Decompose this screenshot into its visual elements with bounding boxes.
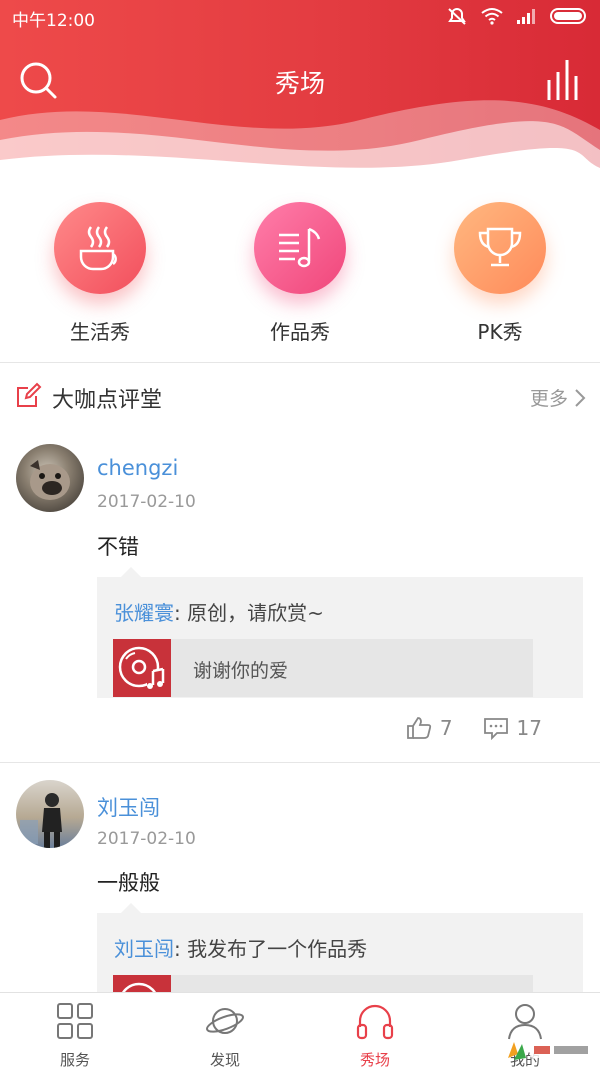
nav-label: 服务 bbox=[59, 1051, 90, 1067]
quoted-text: : 我发布了一个作品秀 bbox=[174, 937, 368, 961]
thumbs-up-icon bbox=[406, 717, 431, 739]
work-cover bbox=[113, 975, 171, 992]
comment-username[interactable]: 刘玉闯 bbox=[97, 792, 160, 822]
chevron-right-icon bbox=[575, 388, 586, 407]
nav-tab-showcase[interactable]: 秀场 bbox=[325, 1001, 425, 1067]
avatar[interactable] bbox=[16, 444, 84, 512]
category-label: PK秀 bbox=[477, 320, 523, 344]
headphones-icon bbox=[356, 1004, 394, 1040]
user-icon bbox=[508, 1004, 542, 1040]
grid-icon bbox=[57, 1003, 93, 1039]
work-card[interactable] bbox=[113, 975, 533, 992]
edit-icon bbox=[17, 382, 42, 407]
music-disc-icon bbox=[118, 646, 165, 689]
planet-icon bbox=[206, 1008, 244, 1034]
category-work-show[interactable]: 作品秀 bbox=[230, 202, 370, 345]
avatar-person-image bbox=[20, 793, 62, 848]
quoted-line: 张耀寰: 原创，请欣赏~ bbox=[114, 597, 324, 626]
comment-username[interactable]: chengzi bbox=[97, 456, 178, 480]
status-bar: 中午12:00 bbox=[0, 0, 600, 34]
reply-count: 17 bbox=[516, 716, 542, 740]
app-header: 中午12:00 秀场 bbox=[0, 0, 600, 182]
nav-tab-discover[interactable]: 发现 bbox=[175, 1001, 275, 1067]
reply-button[interactable]: 17 bbox=[483, 716, 542, 740]
quoted-post[interactable]: 张耀寰: 原创，请欣赏~ 谢谢你的爱 bbox=[97, 567, 583, 698]
comment-text: 一般般 bbox=[97, 871, 160, 895]
category-pk-show[interactable]: PK秀 bbox=[430, 202, 570, 345]
title-bar: 秀场 bbox=[0, 44, 600, 116]
quoted-username[interactable]: 张耀寰 bbox=[114, 601, 174, 625]
wifi-icon bbox=[481, 8, 503, 25]
comment-card: chengzi 2017-02-10 不错 张耀寰: 原创，请欣赏~ 谢谢你的爱… bbox=[0, 426, 600, 762]
avatar-pug-image bbox=[30, 460, 70, 500]
comment-actions: 7 17 bbox=[406, 716, 542, 740]
more-link[interactable]: 更多 bbox=[530, 384, 586, 411]
work-title: 谢谢你的爱 bbox=[193, 660, 289, 682]
category-life-show[interactable]: 生活秀 bbox=[30, 202, 170, 345]
battery-icon bbox=[550, 8, 586, 24]
music-list-icon bbox=[254, 202, 346, 294]
work-card[interactable]: 谢谢你的爱 bbox=[113, 639, 533, 697]
comment-text: 不错 bbox=[97, 535, 139, 559]
quoted-post[interactable]: 刘玉闯: 我发布了一个作品秀 bbox=[97, 903, 583, 992]
comment-date: 2017-02-10 bbox=[97, 492, 196, 512]
comment-card: 刘玉闯 2017-02-10 一般般 刘玉闯: 我发布了一个作品秀 bbox=[0, 763, 600, 992]
section-title: 大咖点评堂 bbox=[52, 388, 163, 413]
signal-icon bbox=[517, 9, 535, 24]
comment-date: 2017-02-10 bbox=[97, 829, 196, 849]
quote-pointer bbox=[121, 567, 141, 577]
nav-tab-service[interactable]: 服务 bbox=[25, 1001, 125, 1067]
quoted-text: : 原创，请欣赏~ bbox=[174, 601, 324, 625]
divider bbox=[0, 362, 600, 363]
quoted-line: 刘玉闯: 我发布了一个作品秀 bbox=[114, 933, 367, 962]
like-count: 7 bbox=[439, 716, 453, 740]
nav-label: 发现 bbox=[209, 1051, 240, 1067]
page-title: 秀场 bbox=[274, 69, 325, 98]
watermark-logo bbox=[508, 1042, 592, 1060]
mute-alarm-icon bbox=[448, 8, 466, 25]
category-row: 生活秀 作品秀 PK秀 bbox=[0, 182, 600, 362]
ranking-bars-icon[interactable] bbox=[546, 58, 582, 102]
category-label: 生活秀 bbox=[70, 320, 130, 344]
like-button[interactable]: 7 bbox=[406, 716, 453, 740]
coffee-cup-icon bbox=[54, 202, 146, 294]
category-label: 作品秀 bbox=[270, 320, 330, 344]
quote-pointer bbox=[121, 903, 141, 913]
more-label: 更多 bbox=[529, 388, 568, 410]
nav-label: 秀场 bbox=[359, 1051, 390, 1067]
avatar[interactable] bbox=[16, 780, 84, 848]
trophy-icon bbox=[454, 202, 546, 294]
music-disc-icon bbox=[122, 982, 156, 992]
section-header: 大咖点评堂 更多 bbox=[0, 364, 600, 426]
status-time: 中午12:00 bbox=[12, 11, 95, 31]
quoted-username[interactable]: 刘玉闯 bbox=[114, 937, 174, 961]
work-cover bbox=[113, 639, 171, 697]
comment-bubble-icon bbox=[483, 718, 508, 740]
